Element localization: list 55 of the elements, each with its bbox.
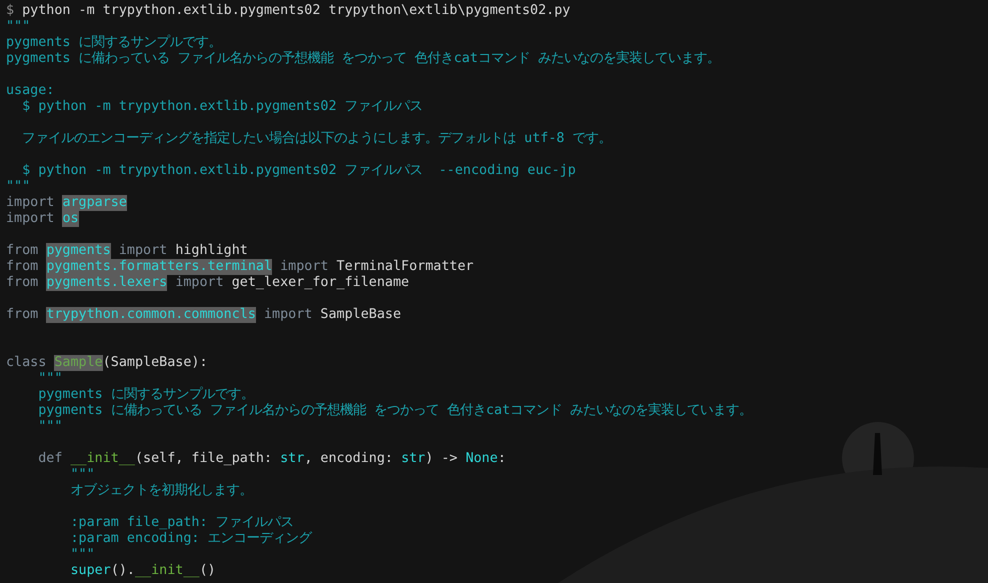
keyword: import <box>175 275 224 291</box>
docstring-text: """ <box>38 419 62 435</box>
code-text: highlight <box>175 243 248 259</box>
docstring-text: """ <box>70 467 95 482</box>
docstring-text: """ <box>6 179 30 195</box>
keyword: class <box>6 355 46 371</box>
builtin-name: str <box>280 451 304 467</box>
builtin-name: None <box>466 451 498 467</box>
keyword: from <box>6 243 38 259</box>
keyword: import <box>118 243 168 259</box>
docstring-text: pygments に関するサンプルです。 <box>38 387 254 403</box>
module-name: os <box>62 211 79 227</box>
code-text: (). <box>110 563 135 579</box>
keyword: def <box>38 451 62 467</box>
docstring-text: """ <box>38 371 62 387</box>
docstring-text: """ <box>6 19 30 35</box>
code-text: : <box>498 451 506 467</box>
keyword: from <box>6 259 38 275</box>
function-name: __init__ <box>135 563 200 579</box>
docstring-text: pygments に備わっている ファイル名からの予想機能 をつかって 色付きcatコマンド みたいなのを実装しています。 <box>6 51 720 67</box>
code-text: (SampleBase): <box>102 355 208 371</box>
module-name: pygments <box>46 243 111 259</box>
keyword: import <box>6 195 54 211</box>
module-name: pygments.formatters.terminal <box>46 259 272 275</box>
keyword: from <box>6 307 38 323</box>
function-name: __init__ <box>70 451 135 467</box>
code-text: SampleBase <box>320 307 402 323</box>
code-text: get_lexer_for_filename <box>232 275 410 291</box>
docstring-text: ファイルのエンコーディングを指定したい場合は以下のようにします。デフォルトは utf-8 です。 <box>22 131 612 147</box>
prompt-symbol: $ <box>6 3 14 19</box>
code-text: (self, file_path: <box>135 451 272 467</box>
keyword: import <box>280 259 328 275</box>
docstring-text: pygments に備わっている ファイル名からの予想機能 をつかって 色付きcatコマンド みたいなのを実装しています。 <box>38 403 752 419</box>
docstring-text: :param file_path: ファイルパス <box>70 515 294 531</box>
builtin-name: str <box>401 451 426 467</box>
keyword: import <box>264 307 312 323</box>
code-text: , encoding: <box>304 451 393 467</box>
keyword: from <box>6 275 38 291</box>
module-name: argparse <box>62 195 127 211</box>
docstring-text: usage: <box>6 83 54 99</box>
keyword: import <box>6 211 54 227</box>
builtin-name: super <box>70 563 111 579</box>
module-name: pygments.lexers <box>46 275 168 291</box>
docstring-text: オブジェクトを初期化します。 <box>70 483 252 499</box>
docstring-text: :param encoding: エンコーディング <box>70 531 312 547</box>
module-name: trypython.common.commoncls <box>46 307 256 323</box>
docstring-text: pygments に関するサンプルです。 <box>6 35 222 51</box>
code-text: python -m trypython.extlib.pygments02 trypython\extlib\pygments02.py <box>22 3 570 19</box>
code-text: TerminalFormatter <box>336 259 474 275</box>
docstring-text: $ python -m trypython.extlib.pygments02 ファイルパス <box>22 99 423 115</box>
class-name: Sample <box>54 355 103 371</box>
code-text: ) -> <box>425 451 458 467</box>
docstring-text: $ python -m trypython.extlib.pygments02 ファイルパス --encoding euc-jp <box>22 163 576 179</box>
docstring-text: """ <box>70 547 95 563</box>
code-text: () <box>200 563 216 579</box>
